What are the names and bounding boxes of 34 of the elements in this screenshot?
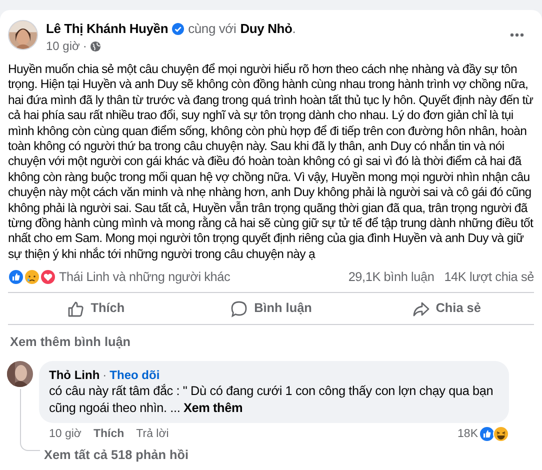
punctuation: . bbox=[292, 20, 296, 38]
tagged-name[interactable]: Duy Nhỏ bbox=[240, 20, 292, 38]
speech-bubble-icon bbox=[230, 300, 248, 318]
comment-time[interactable]: 10 giờ bbox=[49, 426, 82, 442]
globe-icon bbox=[90, 40, 101, 52]
comment-count[interactable]: 29,1K bình luận bbox=[348, 268, 434, 286]
thumbs-up-icon bbox=[66, 300, 85, 318]
view-more-comments-link[interactable]: Xem thêm bình luận bbox=[10, 333, 131, 352]
like-link[interactable]: Thích bbox=[93, 426, 124, 442]
reaction-count: 18K bbox=[458, 427, 478, 442]
comment-text: có câu này rất tâm đắc : " Dù có đang cưới 1 con công thấy con lợn chạy qua bạn cũng ngoái theo nhìn. ... Xem thêm bbox=[49, 383, 494, 416]
thumbs-up-reaction-icon bbox=[8, 269, 24, 286]
separator: · bbox=[82, 38, 87, 54]
author-name[interactable]: Lê Thị Khánh Huyền bbox=[46, 20, 168, 38]
share-button[interactable]: Chia sẻ bbox=[358, 293, 534, 324]
post-time[interactable]: 10 giờ bbox=[46, 38, 80, 54]
share-arrow-icon bbox=[412, 300, 430, 318]
see-more-link[interactable]: Xem thêm bbox=[183, 400, 243, 415]
laughing-face-reaction-icon bbox=[493, 426, 509, 442]
reactors-text[interactable]: Thái Linh và những người khác bbox=[59, 268, 230, 286]
reply-link[interactable]: Trả lời bbox=[136, 426, 169, 442]
comment-button[interactable]: Bình luận bbox=[183, 293, 359, 324]
view-replies-link[interactable]: Xem tất cả 518 phản hồi bbox=[44, 446, 189, 466]
post-text: Huyền muốn chia sẻ một câu chuyện để mọi người hiểu rõ hơn theo cách nhẹ nhàng và đầy sự tôn trọng. Hiện tại Huyền và anh Duy sẽ không còn đồng hành cùng nhau trong hành trình vợ chồng nữa, hai đứa mình đã ly thân từ trước và đang trong quá trình hoàn tất thủ tục ly hôn. Quyết định này đến từ cả hai phía sau rất nhiều trao đổi, suy nghĩ và sự tôn trọng dành cho nhau. Lý do đơn giản chỉ là tụi mình không còn cùng quan điểm sống, không còn phù hợp để đi tiếp trên con đường hôn nhân, hoàn toàn không có người thứ ba trong câu chuyện này. Sau khi đã ly thân, anh Duy có nhắn tin và nói chuyện với một người con gái khác và điều đó hoàn toàn không có gì sai vì đó là thời điểm cả hai đã không còn ràng buộc trong mối quan hệ vợ chồng nữa. Vì vậy, Huyền mong mọi người nhìn nhận câu chuyện này một cách văn minh và nhẹ nhàng hơn, anh Duy không phải là người sai và cô gái đó cũng không phải là người sai. Sau tất cả, Huyền vẫn trân trọng quãng thời gian đã qua, trân trọng người đã từng đồng hành cùng mình và mong rằng cả hai sẽ cùng giữ sự tử tế để tập trung dành những điều tốt nhất cho em Sam. Mong mọi người tôn trọng quyết định riêng của gia đình Huyền và anh Duy và giữ sự thiện ý khi nhắc tới những người trong câu chuyện này ạ bbox=[7, 62, 534, 262]
share-count[interactable]: 14K lượt chia sẻ bbox=[444, 268, 534, 286]
like-button[interactable]: Thích bbox=[8, 293, 184, 324]
commenter-name[interactable]: Thỏ Linh bbox=[49, 368, 100, 384]
sad-face-reaction-icon bbox=[24, 269, 40, 286]
heart-reaction-icon bbox=[40, 269, 56, 286]
follow-link[interactable]: Theo dõi bbox=[110, 368, 160, 384]
with-text: cùng với bbox=[188, 20, 236, 38]
separator: · bbox=[102, 368, 107, 384]
more-options-icon[interactable] bbox=[510, 33, 524, 37]
thumbs-up-reaction-icon bbox=[479, 426, 495, 442]
